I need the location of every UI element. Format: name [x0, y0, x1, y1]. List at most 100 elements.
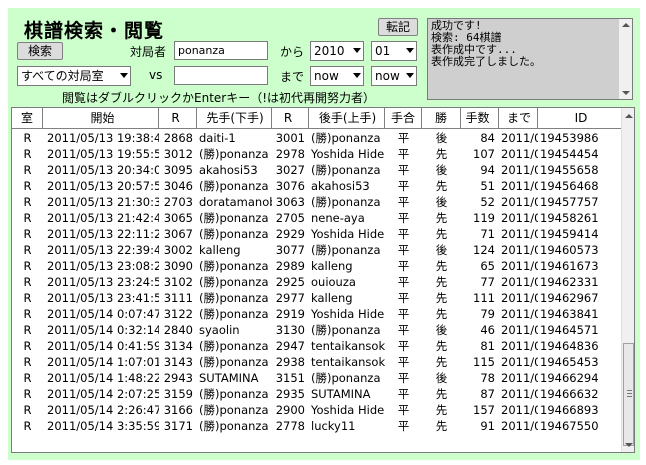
- cell-black-rating: 3012: [163, 147, 193, 161]
- cell-handicap: 平: [397, 147, 410, 161]
- cell-winner: 先: [435, 179, 448, 193]
- search-button[interactable]: 検索: [17, 42, 63, 60]
- header-until[interactable]: まで: [499, 108, 538, 128]
- table-row[interactable]: R 2011/05/14 0:07:47 3122 (勝)ponanza 2919 Yos…: [12, 306, 622, 322]
- cell-black-rating: 3002: [163, 243, 193, 257]
- cell-room: R: [23, 323, 32, 337]
- cell-id: 19462967: [540, 291, 599, 305]
- cell-moves: 157: [473, 403, 495, 417]
- from-year-select[interactable]: 2010: [310, 41, 364, 61]
- chevron-down-icon: [120, 73, 128, 78]
- from-month-select[interactable]: 01: [371, 41, 417, 61]
- header-black-rating[interactable]: R: [159, 108, 197, 128]
- player-input[interactable]: ponanza: [174, 41, 268, 60]
- table-row[interactable]: R 2011/05/14 0:32:14 2840 syaolin 3130 (勝)pon…: [12, 322, 622, 338]
- to-month-select[interactable]: now: [371, 66, 417, 86]
- scroll-thumb[interactable]: [623, 343, 634, 446]
- cell-until: 2011/0: [501, 131, 538, 145]
- scroll-down-icon[interactable]: [625, 443, 633, 447]
- cell-winner: 先: [435, 355, 448, 369]
- cell-white-rating: 2925: [275, 275, 305, 289]
- to-year-select[interactable]: now: [310, 66, 364, 86]
- cell-start: 2011/05/13 22:11:20: [47, 227, 159, 241]
- header-white-player[interactable]: 後手(上手): [309, 108, 385, 128]
- cell-until: 2011/0: [501, 147, 538, 161]
- cell-handicap: 平: [397, 291, 410, 305]
- game-table[interactable]: 室 開始 R 先手(下手) R 後手(上手) 手合 勝 手数 まで ID R 20…: [11, 107, 635, 453]
- table-row[interactable]: R 2011/05/13 19:38:40 2868 daiti-1 3001 (勝)po…: [12, 130, 622, 146]
- cell-winner: 後: [435, 131, 448, 145]
- header-moves[interactable]: 手数: [461, 108, 499, 128]
- scroll-up-icon[interactable]: [622, 23, 630, 27]
- cell-white-player: tentaikansoku: [311, 355, 385, 369]
- header-handicap[interactable]: 手合: [385, 108, 422, 128]
- table-row[interactable]: R 2011/05/13 23:08:21 3090 (勝)ponanza 2989 ka…: [12, 258, 622, 274]
- cell-id: 19461673: [540, 259, 599, 273]
- header-room[interactable]: 室: [12, 108, 43, 128]
- cell-start: 2011/05/13 23:24:53: [47, 275, 159, 289]
- table-row[interactable]: R 2011/05/14 0:41:59 3134 (勝)ponanza 2947 ten…: [12, 338, 622, 354]
- cell-winner: 先: [435, 307, 448, 321]
- cell-white-rating: 2919: [275, 307, 305, 321]
- transcribe-button[interactable]: 転記: [378, 18, 418, 36]
- cell-winner: 先: [435, 275, 448, 289]
- table-row[interactable]: R 2011/05/13 22:11:20 3067 (勝)ponanza 2929 Yo…: [12, 226, 622, 242]
- room-value: すべての対局室: [21, 69, 104, 83]
- cell-black-rating: 3065: [163, 211, 193, 225]
- table-row[interactable]: R 2011/05/13 21:42:40 3065 (勝)ponanza 2705 ne…: [12, 210, 622, 226]
- cell-handicap: 平: [397, 179, 410, 193]
- table-scrollbar[interactable]: [621, 108, 634, 452]
- cell-handicap: 平: [397, 355, 410, 369]
- cell-until: 2011/0: [501, 339, 538, 353]
- header-winner[interactable]: 勝: [422, 108, 461, 128]
- cell-winner: 後: [435, 243, 448, 257]
- header-id[interactable]: ID: [538, 108, 622, 128]
- cell-white-player: nene-aya: [311, 211, 365, 225]
- cell-until: 2011/0: [501, 387, 538, 401]
- scroll-up-icon[interactable]: [625, 114, 633, 118]
- cell-black-rating: 3171: [163, 419, 193, 433]
- log-scrollbar[interactable]: [619, 19, 632, 99]
- opponent-input[interactable]: [174, 66, 268, 85]
- cell-white-rating: 2900: [275, 403, 305, 417]
- cell-handicap: 平: [397, 195, 410, 209]
- room-select[interactable]: すべての対局室: [17, 66, 131, 86]
- scroll-down-icon[interactable]: [622, 91, 630, 95]
- header-white-rating[interactable]: R: [272, 108, 309, 128]
- cell-start: 2011/05/14 3:35:59: [47, 419, 159, 433]
- table-row[interactable]: R 2011/05/14 1:48:22 2943 SUTAMINA 3151 (勝)po…: [12, 370, 622, 386]
- cell-black-rating: 3102: [163, 275, 193, 289]
- cell-handicap: 平: [397, 243, 410, 257]
- table-row[interactable]: R 2011/05/13 23:24:53 3102 (勝)ponanza 2925 ou…: [12, 274, 622, 290]
- table-row[interactable]: R 2011/05/13 23:41:53 3111 (勝)ponanza 2977 ka…: [12, 290, 622, 306]
- cell-handicap: 平: [397, 403, 410, 417]
- table-row[interactable]: R 2011/05/14 3:35:59 3171 (勝)ponanza 2778 luc…: [12, 418, 622, 434]
- table-row[interactable]: R 2011/05/14 1:07:01 3143 (勝)ponanza 2938 ten…: [12, 354, 622, 370]
- table-row[interactable]: R 2011/05/14 2:26:47 3166 (勝)ponanza 2900 Yos…: [12, 402, 622, 418]
- table-row[interactable]: R 2011/05/13 20:57:53 3046 (勝)ponanza 3076 ak…: [12, 178, 622, 194]
- cell-id: 19456468: [540, 179, 599, 193]
- cell-room: R: [23, 259, 32, 273]
- cell-black-player: (勝)ponanza: [199, 403, 269, 417]
- from-month-value: 01: [375, 44, 391, 58]
- cell-until: 2011/0: [501, 211, 538, 225]
- cell-winner: 先: [435, 419, 448, 433]
- cell-start: 2011/05/14 0:07:47: [47, 307, 159, 321]
- cell-moves: 51: [480, 179, 495, 193]
- table-row[interactable]: R 2011/05/13 19:55:59 3012 (勝)ponanza 2978 Yo…: [12, 146, 622, 162]
- cell-room: R: [23, 291, 32, 305]
- header-start[interactable]: 開始: [43, 108, 159, 128]
- cell-until: 2011/0: [501, 195, 538, 209]
- table-row[interactable]: R 2011/05/13 22:39:44 3002 kalleng 3077 (勝)po…: [12, 242, 622, 258]
- cell-moves: 107: [473, 147, 495, 161]
- player-label: 対局者: [130, 45, 167, 59]
- table-row[interactable]: R 2011/05/13 20:34:04 3095 akahosi53 3027 (勝)…: [12, 162, 622, 178]
- cell-winner: 後: [435, 163, 448, 177]
- table-row[interactable]: R 2011/05/13 21:30:31 2703 doratamanob 3063 (…: [12, 194, 622, 210]
- table-row[interactable]: R 2011/05/14 2:07:25 3159 (勝)ponanza 2935 SUT…: [12, 386, 622, 402]
- cell-until: 2011/0: [501, 275, 538, 289]
- cell-start: 2011/05/13 19:55:59: [47, 147, 159, 161]
- cell-until: 2011/0: [501, 163, 538, 177]
- cell-white-player: (勝)ponanza: [311, 371, 381, 385]
- header-black-player[interactable]: 先手(下手): [197, 108, 272, 128]
